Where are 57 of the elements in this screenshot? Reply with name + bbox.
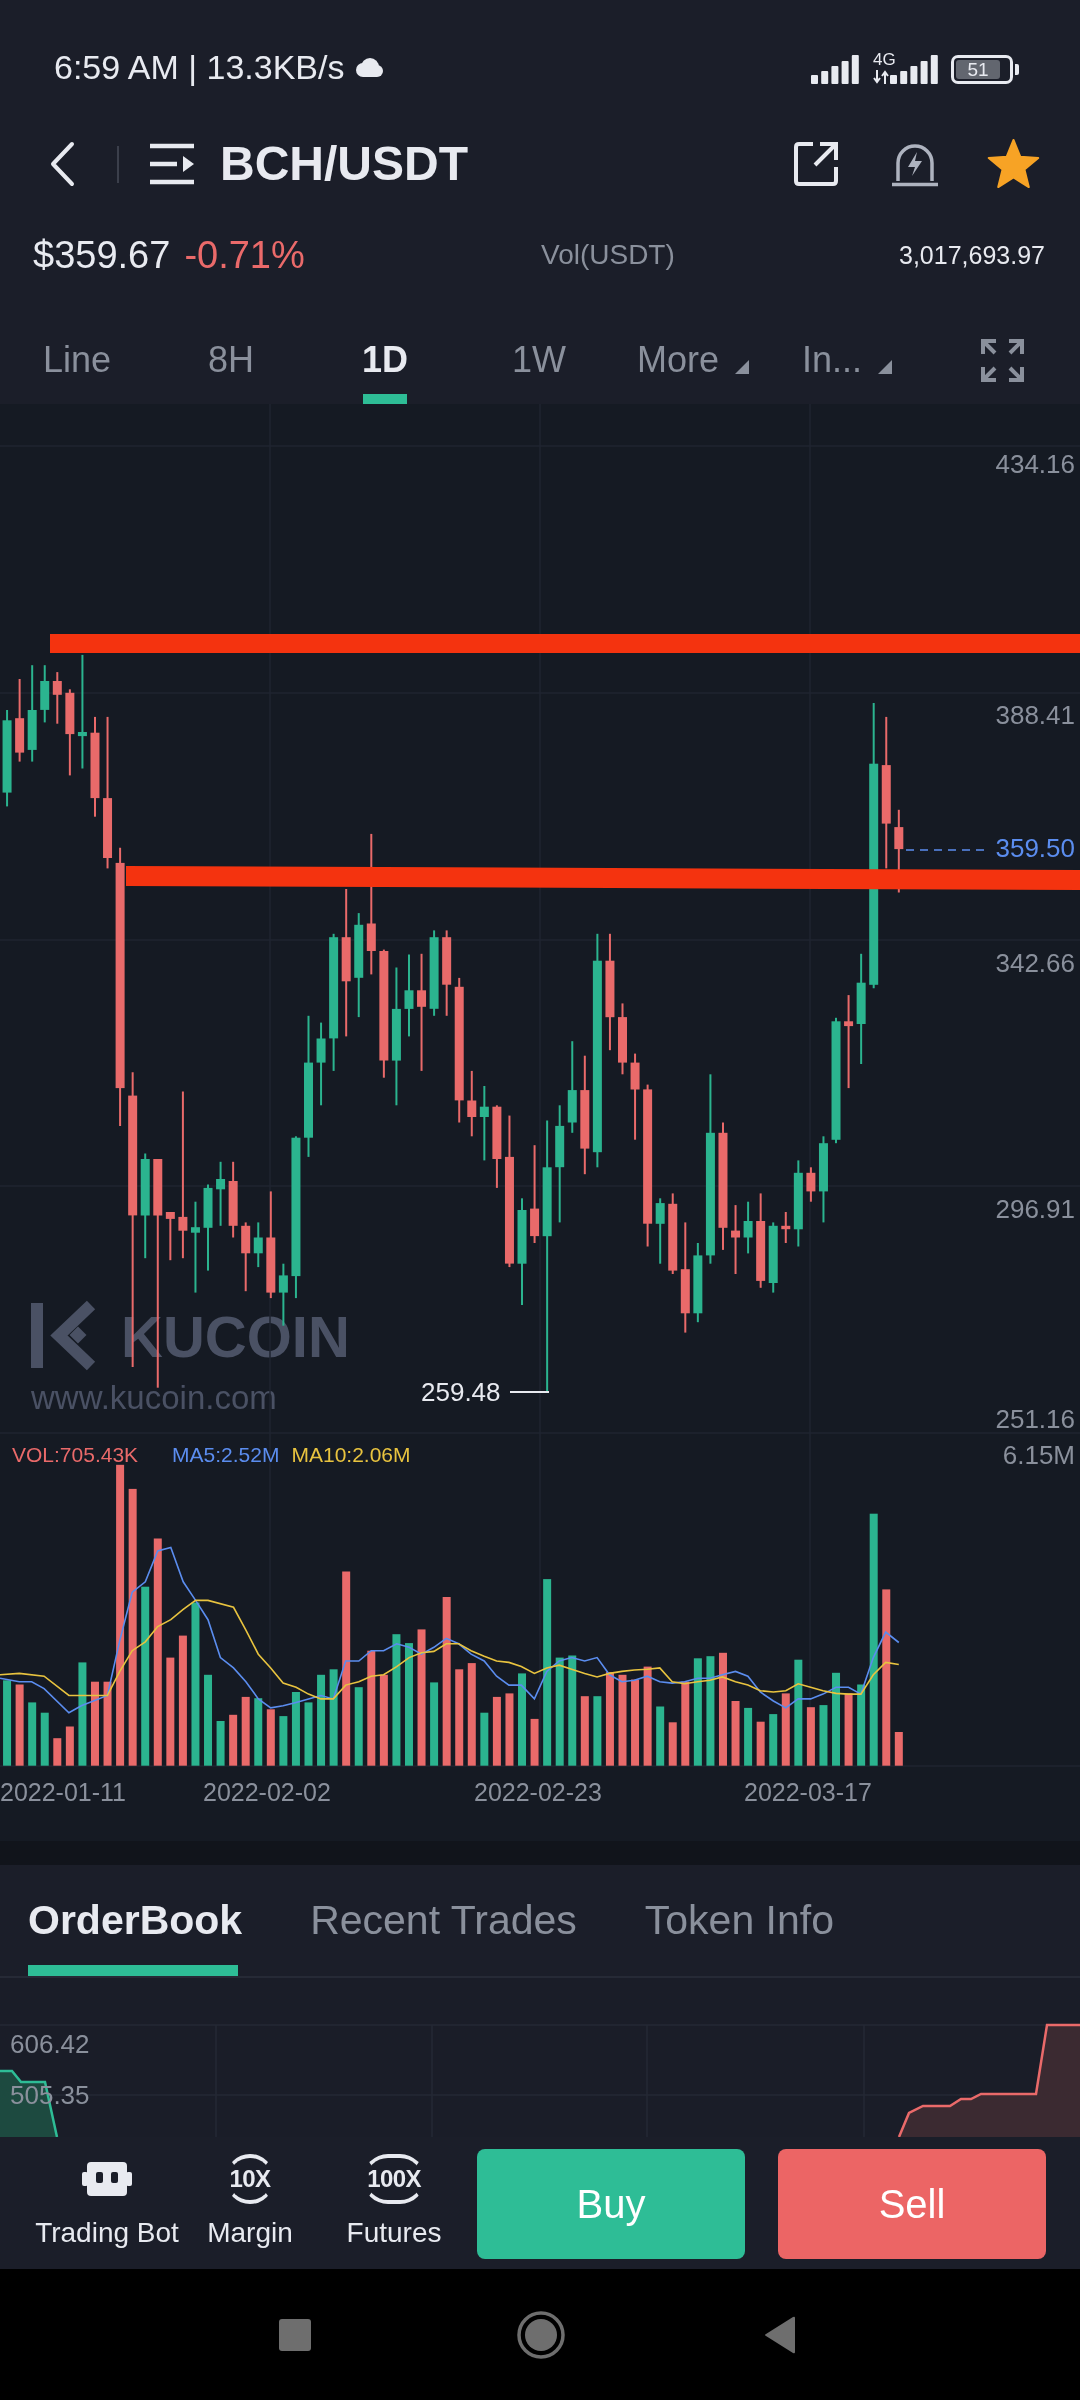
shortcut-button[interactable]: Trading Bot <box>20 2137 194 2247</box>
back-icon[interactable] <box>48 141 76 187</box>
watermark-logo-icon <box>31 1300 96 1371</box>
signal-icon <box>811 54 859 84</box>
date-axis-label: 2022-02-23 <box>474 1777 602 1808</box>
detail-tab[interactable]: Token Info <box>644 1865 834 1976</box>
share-icon[interactable] <box>793 141 839 187</box>
recent-apps-icon[interactable] <box>279 2318 311 2351</box>
status-text: 6:59 AM | 13.3KB/s <box>54 50 345 84</box>
low-marker-line <box>509 1391 550 1393</box>
interval-tab[interactable]: 8H <box>154 316 308 404</box>
last-price: $359.67 <box>33 236 171 274</box>
interval-tab[interactable]: Line <box>0 316 154 404</box>
cloud-icon <box>354 57 386 77</box>
home-icon[interactable] <box>517 2310 565 2359</box>
volume-label: Vol(USDT) <box>541 241 675 269</box>
price-axis-label: 296.91 <box>995 1194 1075 1224</box>
price-change: -0.71% <box>184 236 305 274</box>
volume-axis-label: 6.15M <box>1002 1440 1075 1470</box>
date-axis-label: 2022-03-17 <box>744 1777 872 1808</box>
shortcut-button[interactable]: 100X Futures <box>332 2137 456 2247</box>
volume-value: 3,017,693.97 <box>899 242 1045 268</box>
interval-tab[interactable]: In... <box>770 316 924 404</box>
shortcut-button[interactable]: 10X Margin <box>194 2137 306 2247</box>
fullscreen-icon[interactable] <box>981 338 1024 382</box>
caret-icon <box>735 360 749 374</box>
interval-tab[interactable]: More <box>616 316 770 404</box>
star-icon[interactable] <box>987 138 1040 190</box>
date-axis-label: 2022-01-11 <box>0 1777 127 1808</box>
data-arrows-icon <box>873 69 890 84</box>
sell-button[interactable]: Sell <box>778 2149 1046 2259</box>
price-axis-label: 342.66 <box>995 948 1075 978</box>
pair-title: BCH/USDT <box>220 140 468 188</box>
volume-legend-label: MA5:2.52M <box>172 1442 280 1468</box>
last-price-label: 359.50 <box>995 833 1075 863</box>
price-axis-label: 434.16 <box>995 449 1075 479</box>
watermark-url: www.kucoin.com <box>31 1381 277 1415</box>
battery-indicator: 51 <box>951 54 1019 84</box>
low-price-label: 259.48 <box>421 1377 501 1407</box>
interval-tab[interactable]: 1W <box>462 316 616 404</box>
alarm-icon[interactable] <box>890 141 940 187</box>
volume-legend-label: MA10:2.06M <box>291 1442 411 1468</box>
depth-price-label: 606.42 <box>10 2029 90 2059</box>
price-axis-label: 251.16 <box>995 1404 1075 1434</box>
robot-icon <box>82 2159 132 2198</box>
caret-icon <box>878 360 892 374</box>
date-axis-label: 2022-02-02 <box>203 1777 331 1808</box>
menu-icon[interactable] <box>150 142 194 186</box>
volume-legend-label: VOL:705.43K <box>12 1442 139 1468</box>
leverage-badge: 10X <box>225 2153 275 2204</box>
back-nav-icon[interactable] <box>764 2315 797 2354</box>
leverage-badge: 100X <box>363 2153 425 2204</box>
interval-tab[interactable]: 1D <box>308 316 462 404</box>
network-type: 4G <box>873 50 896 68</box>
detail-tab[interactable]: Recent Trades <box>310 1865 577 1976</box>
price-axis-label: 388.41 <box>995 700 1075 730</box>
detail-tab[interactable]: OrderBook <box>28 1865 243 1976</box>
